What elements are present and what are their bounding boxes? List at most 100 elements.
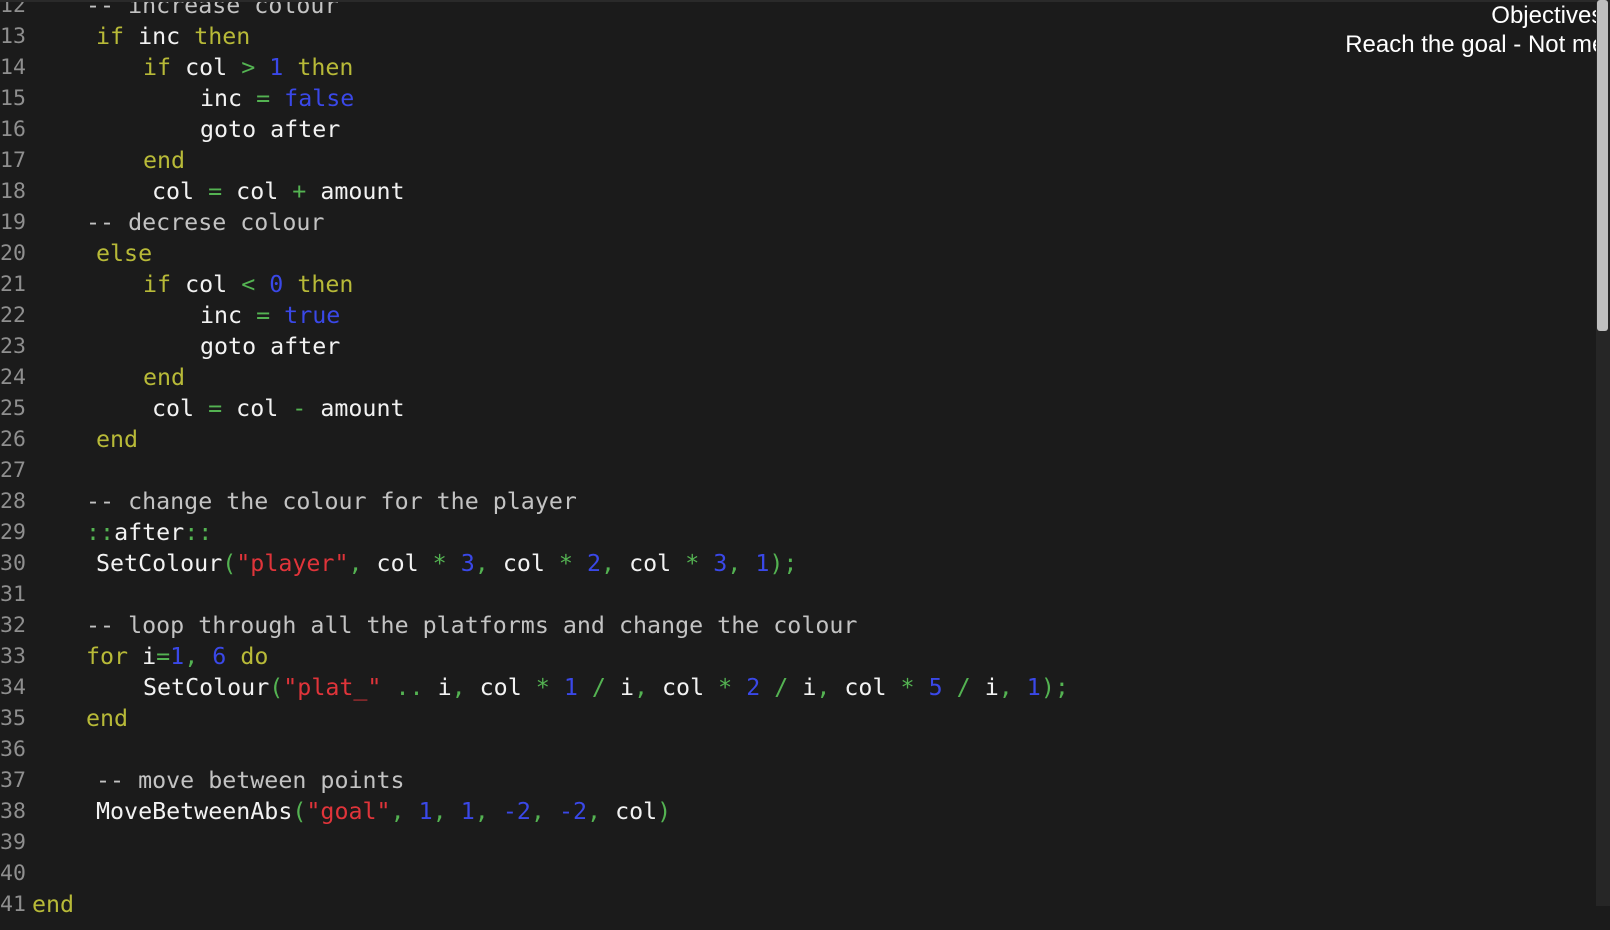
scrollbar-thumb[interactable] <box>1597 0 1608 331</box>
code-text[interactable]: -- change the colour for the player <box>86 486 577 517</box>
code-text[interactable]: end <box>143 145 185 176</box>
code-token: do <box>240 643 269 670</box>
code-text[interactable]: SetColour("plat_" .. i, col * 1 / i, col… <box>143 672 1069 703</box>
code-line[interactable]: 20 else <box>0 238 1590 269</box>
code-line[interactable]: 30 SetColour("player", col * 3, col * 2, … <box>0 548 1590 579</box>
code-token: = <box>208 395 223 422</box>
objectives-title: Objectives: <box>1491 2 1610 29</box>
code-token: * <box>432 550 447 577</box>
code-line[interactable]: 25 col = col - amount <box>0 393 1590 424</box>
code-line[interactable]: 37 -- move between points <box>0 765 1590 796</box>
line-number: 37 <box>0 768 26 793</box>
code-line[interactable]: 38 MoveBetweenAbs("goal", 1, 1, -2, -2, c… <box>0 796 1590 827</box>
line-number: 39 <box>0 830 26 855</box>
code-token: col <box>615 798 658 825</box>
code-line[interactable]: 33 for i=1, 6 do <box>0 641 1590 672</box>
code-line[interactable]: 26 end <box>0 424 1590 455</box>
code-line[interactable]: 21 if col < 0 then <box>0 269 1590 300</box>
code-text[interactable]: SetColour("player", col * 3, col * 2, co… <box>96 548 797 579</box>
code-text[interactable]: end <box>32 889 74 920</box>
code-text[interactable]: end <box>86 703 128 734</box>
code-text[interactable]: goto after <box>200 331 340 362</box>
code-token: i <box>619 674 634 701</box>
code-text[interactable]: col = col + amount <box>152 176 405 207</box>
code-text[interactable]: goto after <box>200 114 340 145</box>
code-token: ); <box>769 550 798 577</box>
code-text[interactable]: col = col - amount <box>152 393 405 424</box>
code-text[interactable]: ::after:: <box>86 517 212 548</box>
code-text[interactable]: MoveBetweenAbs("goal", 1, 1, -2, -2, col… <box>96 796 671 827</box>
code-token: end <box>143 147 186 174</box>
code-text[interactable]: -- loop through all the platforms and ch… <box>86 610 857 641</box>
code-line[interactable]: 18 col = col + amount <box>0 176 1590 207</box>
code-line[interactable]: 40 <box>0 858 1590 889</box>
code-token: "goal" <box>306 798 391 825</box>
code-text[interactable]: if inc then <box>96 21 250 52</box>
code-token: 3 <box>460 550 475 577</box>
code-text[interactable]: end <box>143 362 185 393</box>
code-token: , <box>530 798 559 825</box>
code-line[interactable]: 24 end <box>0 362 1590 393</box>
code-text[interactable]: -- decrese colour <box>86 207 324 238</box>
code-text[interactable]: inc = false <box>200 83 354 114</box>
code-token: amount <box>306 178 405 205</box>
line-number: 14 <box>0 55 26 80</box>
code-line[interactable]: 15 inc = false <box>0 83 1590 114</box>
code-line[interactable]: 23 goto after <box>0 331 1590 362</box>
code-line[interactable]: 29::after:: <box>0 517 1590 548</box>
code-token: inc <box>124 23 195 50</box>
code-token: -- move between points <box>96 767 405 794</box>
line-number: 15 <box>0 86 26 111</box>
code-token: col <box>629 550 686 577</box>
code-line[interactable]: 12 -- increase colour <box>0 0 1590 21</box>
code-token: * <box>900 674 915 701</box>
code-text[interactable]: inc = true <box>200 300 340 331</box>
code-token: 1 <box>755 550 770 577</box>
code-line[interactable]: 17 end <box>0 145 1590 176</box>
code-token: "player" <box>236 550 349 577</box>
code-line[interactable]: 31 <box>0 579 1590 610</box>
code-token: 1 <box>418 798 433 825</box>
code-line[interactable]: 16 goto after <box>0 114 1590 145</box>
code-token: inc <box>200 85 257 112</box>
code-line[interactable]: 39 <box>0 827 1590 858</box>
code-line[interactable]: 28 -- change the colour for the player <box>0 486 1590 517</box>
line-number: 16 <box>0 117 26 142</box>
code-token: 0 <box>269 271 284 298</box>
code-token: col <box>222 178 293 205</box>
line-number: 26 <box>0 427 26 452</box>
line-number: 38 <box>0 799 26 824</box>
code-editor[interactable]: 12 -- increase colour 13 if inc then 14 if co… <box>0 0 1596 930</box>
code-token: 2 <box>746 674 761 701</box>
line-number: 28 <box>0 489 26 514</box>
code-text[interactable]: -- increase colour <box>86 0 338 21</box>
code-text[interactable]: else <box>96 238 152 269</box>
code-token: MoveBetweenAbs <box>96 798 293 825</box>
code-token: col <box>479 674 536 701</box>
code-line[interactable]: 41 end <box>0 889 1590 920</box>
code-line[interactable]: 22 inc = true <box>0 300 1590 331</box>
code-line[interactable]: 19 -- decrese colour <box>0 207 1590 238</box>
code-line[interactable]: 36 <box>0 734 1590 765</box>
code-token: col <box>171 54 242 81</box>
code-token: end <box>86 705 129 732</box>
code-text[interactable]: -- move between points <box>96 765 405 796</box>
code-token: col <box>502 550 559 577</box>
code-token: if <box>143 54 172 81</box>
code-line[interactable]: 32 -- loop through all the platforms and … <box>0 610 1590 641</box>
code-text[interactable]: if col < 0 then <box>143 269 353 300</box>
code-token: goto after <box>200 333 341 360</box>
code-line[interactable]: 34 SetColour("plat_" .. i, col * 1 / i, c… <box>0 672 1590 703</box>
code-text[interactable]: end <box>96 424 138 455</box>
code-line[interactable]: 35 end <box>0 703 1590 734</box>
code-token: , <box>474 550 503 577</box>
code-token: / <box>760 674 803 701</box>
code-token: = <box>156 643 171 670</box>
code-text[interactable]: if col > 1 then <box>143 52 353 83</box>
code-text[interactable]: for i=1, 6 do <box>86 641 268 672</box>
code-token: after <box>114 519 185 546</box>
code-line[interactable]: 27 <box>0 455 1590 486</box>
